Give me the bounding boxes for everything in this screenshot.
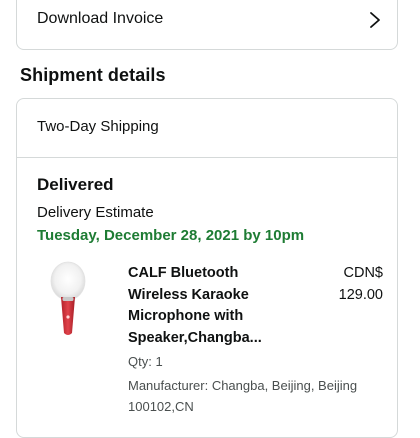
product-manufacturer: Manufacturer: Changba, Beijing, Beijing …	[128, 378, 358, 414]
section-title: Shipment details	[20, 65, 166, 85]
product-thumbnail[interactable]	[47, 261, 89, 339]
download-invoice-label: Download Invoice	[37, 10, 164, 27]
product-price: CDN$ 129.00	[339, 263, 383, 306]
divider	[17, 157, 397, 158]
product-quantity: Qty: 1	[128, 354, 163, 369]
product-title-link[interactable]: CALF Bluetooth Wireless Karaoke Micropho…	[128, 263, 298, 349]
shipment-card: Two-Day Shipping Delivered Delivery Esti…	[16, 98, 398, 438]
download-invoice-row[interactable]: Download Invoice	[16, 0, 398, 50]
delivery-estimate-label: Delivery Estimate	[37, 204, 154, 221]
chevron-right-icon	[370, 12, 380, 28]
delivery-status: Delivered	[37, 175, 114, 194]
shipping-method: Two-Day Shipping	[37, 118, 159, 135]
price-currency: CDN$	[343, 265, 383, 281]
price-amount: 129.00	[338, 286, 383, 303]
delivery-estimate-date: Tuesday, December 28, 2021 by 10pm	[37, 227, 305, 244]
